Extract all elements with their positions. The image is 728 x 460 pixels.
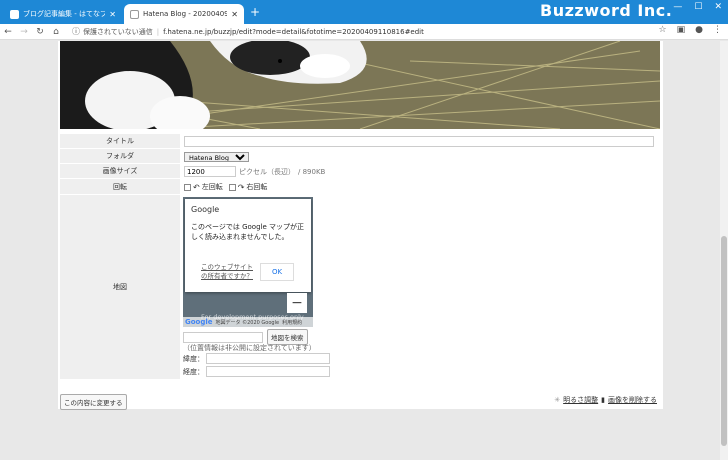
sun-icon: ✳ <box>554 396 561 404</box>
scrollbar-thumb[interactable] <box>721 236 727 446</box>
ok-button[interactable]: OK <box>260 263 294 281</box>
google-logo: Google <box>185 318 213 326</box>
home-icon[interactable]: ⌂ <box>48 27 64 37</box>
size-label: 画像サイズ <box>60 164 180 179</box>
delete-link[interactable]: 画像を削除する <box>608 395 657 405</box>
close-window-icon[interactable]: ✕ <box>714 2 722 12</box>
close-icon[interactable]: ✕ <box>109 10 116 19</box>
tab-hatena-fotolife[interactable]: Hatena Blog - 20200409110816 ✕ <box>124 4 244 24</box>
menu-icon[interactable]: ⋮ <box>713 25 722 35</box>
page-icon <box>130 9 139 19</box>
size-input[interactable] <box>184 166 236 177</box>
owner-link[interactable]: このウェブサイトの所有者ですか？ <box>201 263 255 281</box>
minimize-icon[interactable]: — <box>673 2 682 12</box>
row-map: 地図 <box>60 195 660 380</box>
reload-icon[interactable]: ↻ <box>32 27 48 37</box>
account-icon[interactable]: ● <box>695 25 703 35</box>
map-data-credit: 地図データ ©2020 Google <box>215 319 280 326</box>
folder-label: フォルダ <box>60 149 180 164</box>
lng-label: 経度： <box>183 367 204 376</box>
title-input[interactable] <box>184 136 654 147</box>
submit-button[interactable]: この内容に変更する <box>60 394 127 410</box>
row-title: タイトル <box>60 134 660 149</box>
location-note: （位置情報は非公開に設定されています） <box>183 344 316 352</box>
rotate-right-checkbox[interactable] <box>228 183 236 191</box>
rotate-left-label: 左回転 <box>201 183 223 191</box>
address-bar[interactable]: ⓘ 保護されていない通信 | f.hatena.ne.jp/buzzjp/edi… <box>72 25 672 38</box>
size-max: / 890KB <box>298 167 326 176</box>
google-map[interactable]: Google このページでは Google マップが正しく読み込まれませんでした… <box>183 197 313 327</box>
adjust-link[interactable]: 明るさ調整 <box>563 395 598 405</box>
title-label: タイトル <box>60 134 180 149</box>
brand-watermark: Buzzword Inc. <box>540 1 673 20</box>
security-label: 保護されていない通信 <box>83 27 153 36</box>
dialog-message: このページでは Google マップが正しく読み込まれませんでした。 <box>191 223 304 241</box>
map-error-dialog: Google このページでは Google マップが正しく読み込まれませんでした… <box>185 199 311 292</box>
extension-icon[interactable]: ▣ <box>677 25 686 35</box>
lat-row: 緯度： <box>183 353 330 364</box>
tab-title: Hatena Blog - 20200409110816 <box>143 10 228 18</box>
rotate-left-checkbox[interactable] <box>184 183 191 191</box>
browser-titlebar: ブログ記事編集 - はてなブログ ✕ Hatena Blog - 2020040… <box>0 0 728 24</box>
edit-panel: タイトル フォルダ Hatena Blog 画像サイズ ピクセル（長辺） / 8… <box>58 41 663 410</box>
lng-input[interactable] <box>206 366 330 377</box>
lat-label: 緯度： <box>183 354 204 363</box>
browser-toolbar: ← → ↻ ⌂ ⓘ 保護されていない通信 | f.hatena.ne.jp/bu… <box>0 24 728 40</box>
map-search-input[interactable] <box>183 331 263 343</box>
toolbar-actions: ☆ ▣ ● ⋮ <box>659 25 722 35</box>
rotate-right-icon: ↷ <box>237 182 245 192</box>
star-icon[interactable]: ☆ <box>659 25 667 35</box>
row-size: 画像サイズ ピクセル（長辺） / 890KB <box>60 164 660 179</box>
info-icon[interactable]: ⓘ <box>72 26 80 37</box>
tab-title: ブログ記事編集 - はてなブログ <box>23 10 106 18</box>
photo-actions: ✳ 明るさ調整 ▮ 画像を削除する <box>554 395 657 405</box>
back-icon[interactable]: ← <box>0 27 16 37</box>
rotate-right-label: 右回転 <box>246 183 268 191</box>
photo-preview <box>60 41 660 129</box>
close-icon[interactable]: ✕ <box>231 10 238 19</box>
row-rotate: 回転 ↶ 左回転 ↷ 右回転 <box>60 179 660 195</box>
trash-icon: ▮ <box>601 396 605 404</box>
new-tab-button[interactable]: + <box>250 5 260 19</box>
size-unit: ピクセル（長辺） <box>239 167 295 176</box>
map-label: 地図 <box>60 195 180 380</box>
tab-blog-edit[interactable]: ブログ記事編集 - はてなブログ ✕ <box>4 4 122 24</box>
url-text: f.hatena.ne.jp/buzzjp/edit?mode=detail&f… <box>163 27 424 36</box>
rotate-left-icon: ↶ <box>193 182 200 192</box>
forward-icon[interactable]: → <box>16 27 32 37</box>
folder-select[interactable]: Hatena Blog <box>184 151 249 162</box>
maximize-icon[interactable]: ☐ <box>694 2 702 12</box>
separator: | <box>156 27 160 36</box>
terms-link[interactable]: 利用規約 <box>282 319 302 326</box>
zoom-out-button[interactable]: − <box>287 293 307 313</box>
window-controls: — ☐ ✕ <box>673 2 722 12</box>
map-footer: Google 地図データ ©2020 Google 利用規約 <box>183 317 313 327</box>
lng-row: 経度： <box>183 366 330 377</box>
hatena-blog-icon <box>10 9 19 19</box>
scrollbar[interactable] <box>720 41 728 460</box>
dialog-title: Google <box>191 205 220 214</box>
row-folder: フォルダ Hatena Blog <box>60 149 660 164</box>
page-content: タイトル フォルダ Hatena Blog 画像サイズ ピクセル（長辺） / 8… <box>0 41 728 460</box>
rotate-label: 回転 <box>60 179 180 195</box>
lat-input[interactable] <box>206 353 330 364</box>
